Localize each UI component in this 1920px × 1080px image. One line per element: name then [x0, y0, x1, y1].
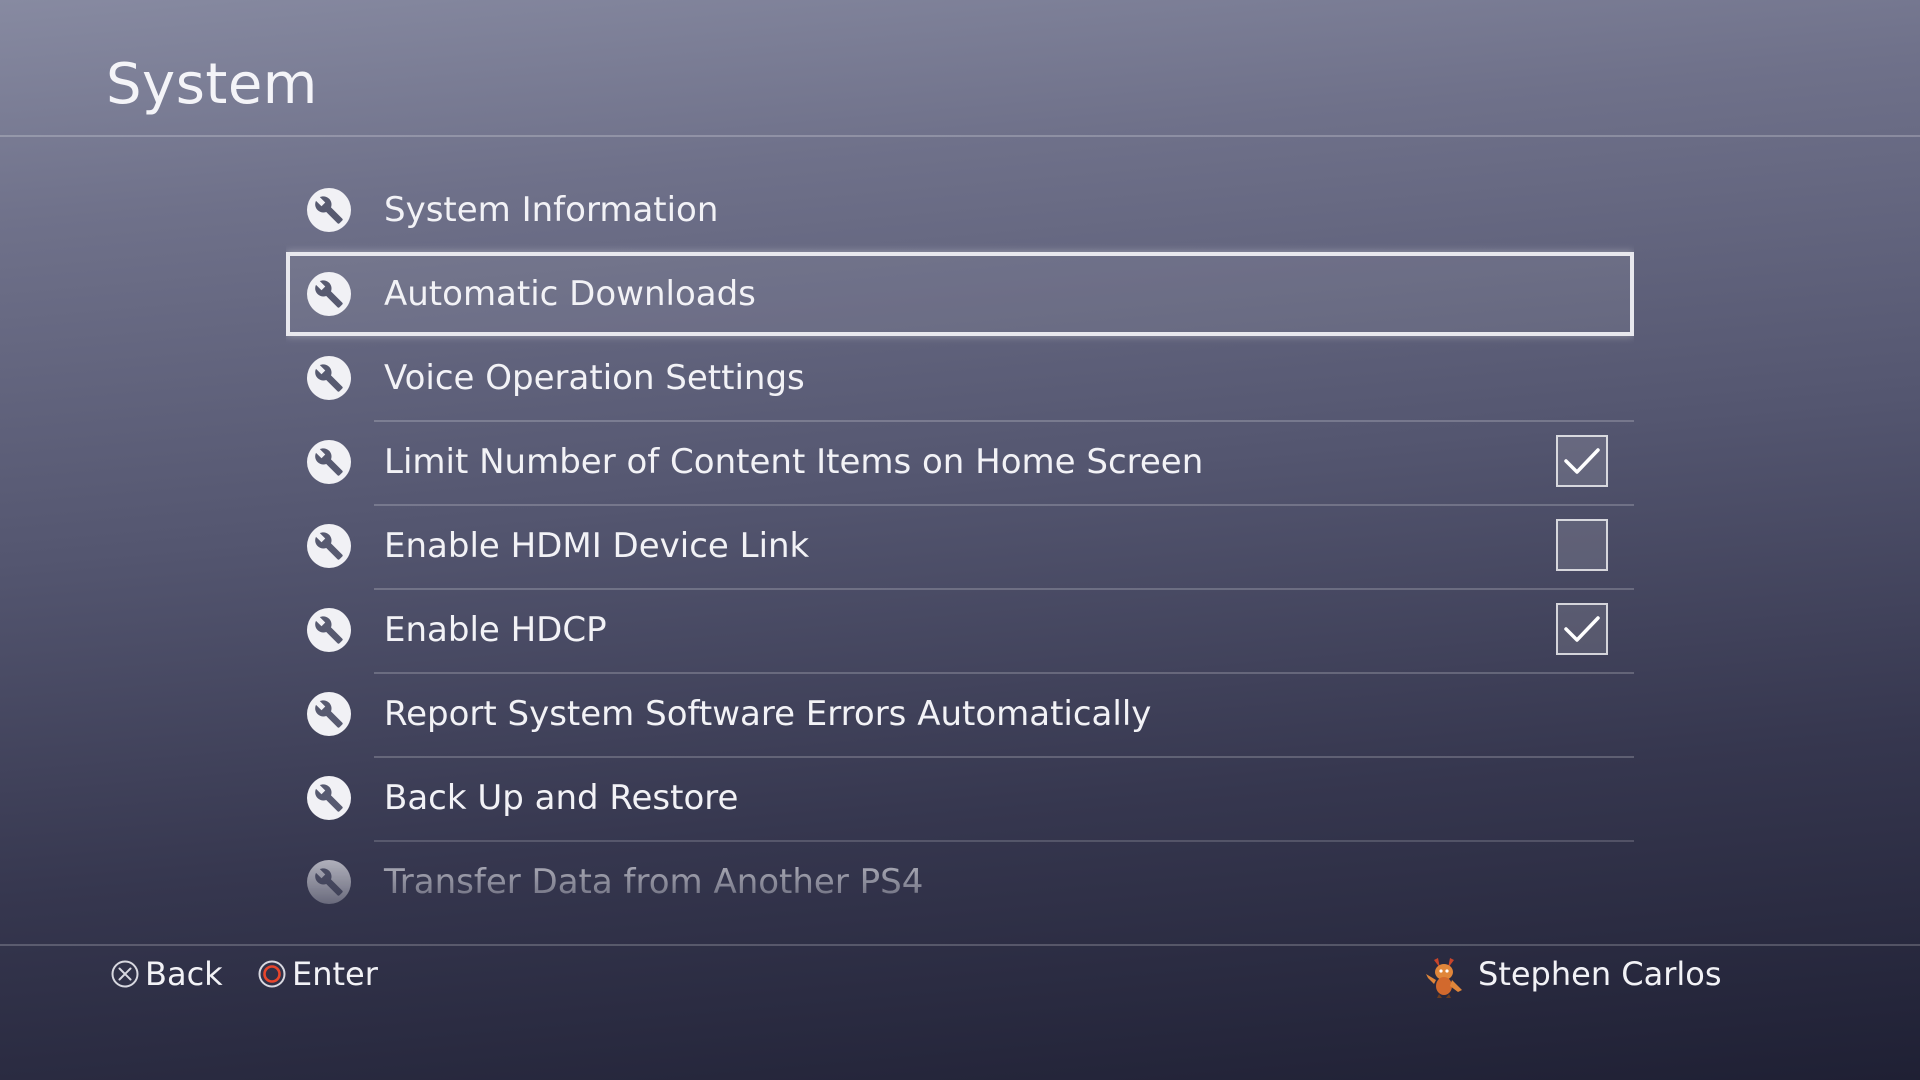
enter-label: Enter: [292, 955, 378, 993]
settings-menu-list: System Information Automatic Downloads V…: [286, 168, 1634, 908]
row-divider: [374, 840, 1634, 842]
wrench-icon: [307, 608, 351, 652]
cross-button-icon: [111, 960, 139, 988]
circle-button-icon: [258, 960, 286, 988]
wrench-icon: [307, 776, 351, 820]
wrench-icon: [307, 440, 351, 484]
menu-item-label: Enable HDMI Device Link: [384, 526, 810, 566]
menu-item-transfer-data[interactable]: Transfer Data from Another PS4: [286, 840, 1634, 908]
footer-divider: [0, 944, 1920, 946]
wrench-icon: [307, 188, 351, 232]
menu-item-report-system-software-errors[interactable]: Report System Software Errors Automatica…: [286, 672, 1634, 756]
menu-item-label: Automatic Downloads: [384, 274, 756, 314]
menu-item-label: Transfer Data from Another PS4: [384, 862, 924, 902]
menu-item-enable-hdmi-device-link[interactable]: Enable HDMI Device Link: [286, 504, 1634, 588]
back-label: Back: [145, 955, 223, 993]
row-divider: [374, 420, 1634, 422]
menu-item-label: Report System Software Errors Automatica…: [384, 694, 1152, 734]
enter-action[interactable]: Enter: [258, 952, 378, 996]
user-name: Stephen Carlos: [1478, 955, 1722, 993]
menu-item-label: System Information: [384, 190, 719, 230]
header-divider: [0, 135, 1920, 137]
menu-item-voice-operation-settings[interactable]: Voice Operation Settings: [286, 336, 1634, 420]
enable-hdcp-checkbox[interactable]: [1556, 603, 1608, 655]
avatar-icon: [1420, 950, 1468, 998]
wrench-icon: [307, 692, 351, 736]
wrench-icon: [307, 860, 351, 904]
page-title: System: [106, 52, 318, 117]
checkmark-icon: [1564, 616, 1600, 642]
limit-content-items-checkbox[interactable]: [1556, 435, 1608, 487]
menu-item-automatic-downloads[interactable]: Automatic Downloads: [286, 252, 1634, 336]
menu-item-label: Back Up and Restore: [384, 778, 739, 818]
row-divider: [374, 756, 1634, 758]
checkmark-icon: [1564, 448, 1600, 474]
wrench-icon: [307, 356, 351, 400]
menu-item-label: Limit Number of Content Items on Home Sc…: [384, 442, 1204, 482]
menu-item-limit-content-items[interactable]: Limit Number of Content Items on Home Sc…: [286, 420, 1634, 504]
row-divider: [374, 672, 1634, 674]
row-divider: [374, 588, 1634, 590]
user-profile: Stephen Carlos: [1420, 950, 1722, 998]
wrench-icon: [307, 272, 351, 316]
back-action[interactable]: Back: [111, 952, 223, 996]
row-divider: [374, 504, 1634, 506]
menu-item-system-information[interactable]: System Information: [286, 168, 1634, 252]
menu-item-back-up-and-restore[interactable]: Back Up and Restore: [286, 756, 1634, 840]
menu-item-label: Voice Operation Settings: [384, 358, 805, 398]
enable-hdmi-device-link-checkbox[interactable]: [1556, 519, 1608, 571]
menu-item-label: Enable HDCP: [384, 610, 607, 650]
menu-item-enable-hdcp[interactable]: Enable HDCP: [286, 588, 1634, 672]
wrench-icon: [307, 524, 351, 568]
